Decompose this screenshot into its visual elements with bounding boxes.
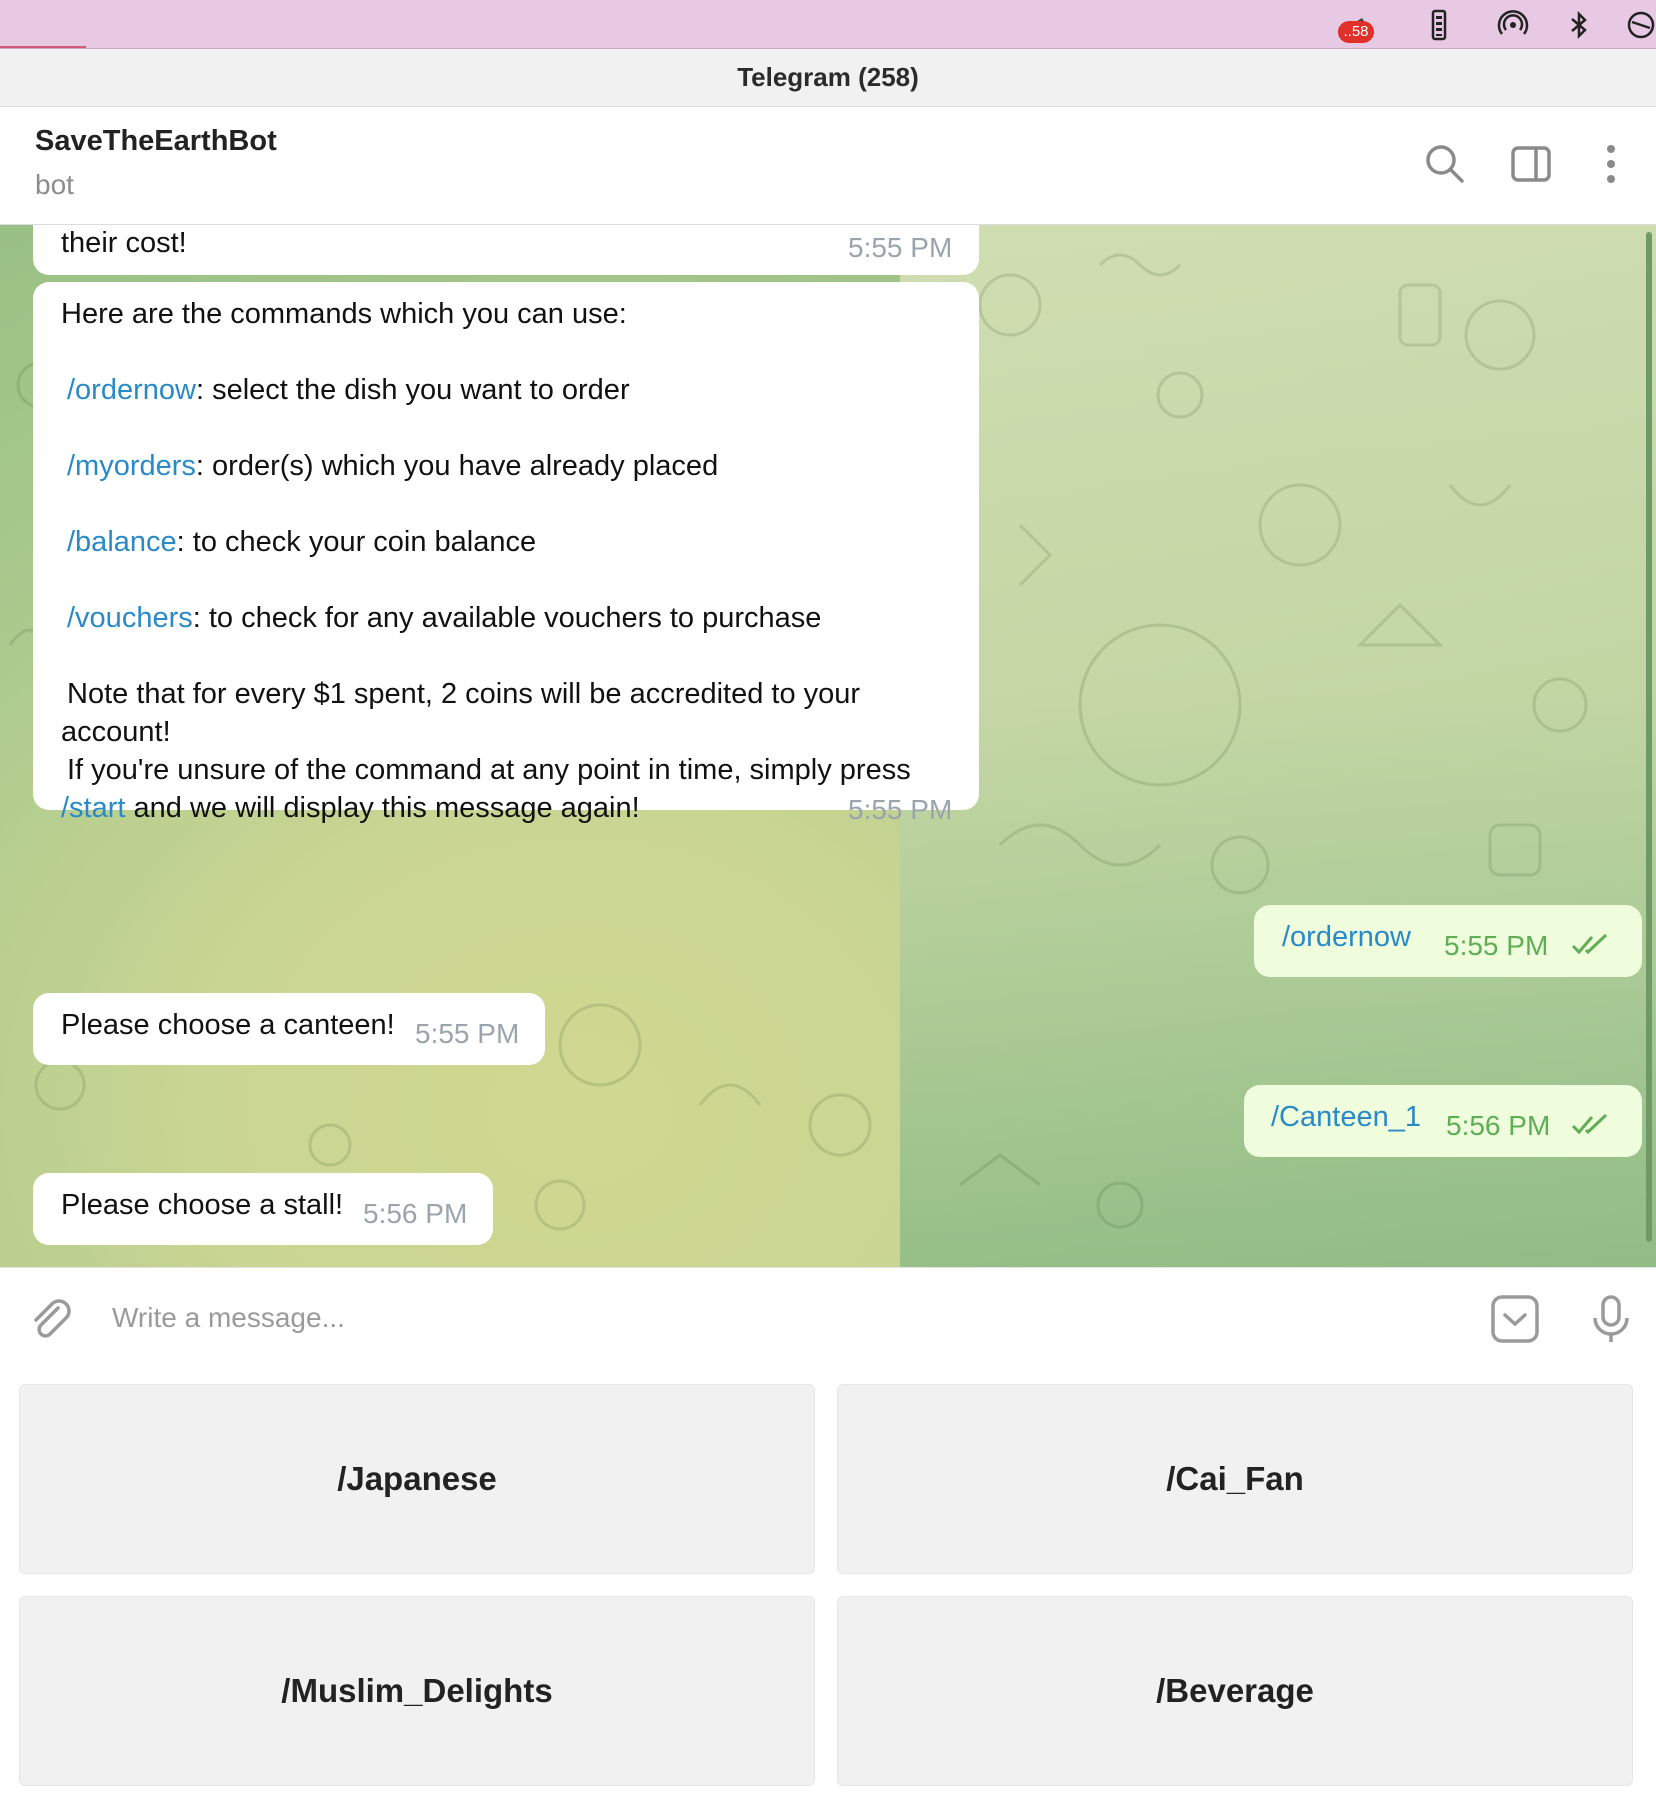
- command-link[interactable]: /vouchers: [67, 602, 193, 634]
- command-link[interactable]: /start: [61, 792, 125, 824]
- notification-badge: ..58: [1338, 21, 1374, 43]
- menu-bar: ..58: [0, 0, 1656, 49]
- command-link[interactable]: /ordernow: [1282, 921, 1411, 954]
- message-text: Please choose a stall!: [61, 1189, 344, 1221]
- bluetooth-icon[interactable]: [1562, 8, 1596, 42]
- message-bubble-outgoing[interactable]: /Canteen_1 5:56 PM: [1244, 1085, 1642, 1157]
- battery-icon[interactable]: [1422, 8, 1456, 42]
- chat-scrollbar[interactable]: [1646, 232, 1652, 1242]
- message-time: 5:55 PM: [848, 232, 953, 263]
- keyboard-button-muslim-delights[interactable]: /Muslim_Delights: [19, 1596, 815, 1786]
- message-bubble[interactable]: their cost! 5:55 PM: [33, 225, 979, 275]
- keyboard-button-cai-fan[interactable]: /Cai_Fan: [837, 1384, 1633, 1574]
- note-text: account!: [61, 716, 171, 748]
- command-link[interactable]: /balance: [67, 526, 177, 558]
- note-text: Note that for every $1 spent, 2 coins wi…: [67, 678, 861, 710]
- message-time: 5:56 PM: [1446, 1110, 1551, 1141]
- message-text: Please choose a canteen!: [61, 1009, 395, 1041]
- message-composer: [0, 1267, 1656, 1367]
- command-link[interactable]: /myorders: [67, 450, 196, 482]
- command-line: /ordernow: select the dish you want to o…: [67, 374, 630, 407]
- message-bubble-outgoing[interactable]: /ordernow 5:55 PM: [1254, 905, 1642, 977]
- message-text: their cost!: [61, 227, 187, 259]
- message-time: 5:55 PM: [415, 1018, 520, 1049]
- chat-name[interactable]: SaveTheEarthBot: [35, 125, 277, 158]
- chat-area: their cost! 5:55 PM Here are the command…: [0, 225, 1656, 1267]
- sidebar-toggle-icon[interactable]: [1508, 141, 1554, 187]
- message-input[interactable]: [110, 1294, 1434, 1342]
- chat-subtitle: bot: [35, 169, 74, 200]
- attach-icon[interactable]: [26, 1294, 76, 1344]
- keyboard-button-japanese[interactable]: /Japanese: [19, 1384, 815, 1574]
- message-text: Here are the commands which you can use:: [61, 298, 627, 330]
- keyboard-button-beverage[interactable]: /Beverage: [837, 1596, 1633, 1786]
- command-desc: : order(s) which you have already placed: [195, 450, 719, 482]
- window-title: Telegram (258): [0, 49, 1656, 107]
- command-desc: : select the dish you want to order: [195, 374, 630, 406]
- command-desc: : to check your coin balance: [176, 526, 537, 558]
- command-link[interactable]: /ordernow: [67, 374, 196, 406]
- menu-bar-accent: [0, 46, 86, 48]
- command-desc: and we will display this message again!: [125, 792, 640, 824]
- message-time: 5:55 PM: [848, 794, 953, 825]
- command-line: /vouchers: to check for any available vo…: [67, 602, 821, 635]
- note-text: If you're unsure of the command at any p…: [67, 754, 911, 786]
- command-line: /myorders: order(s) which you have alrea…: [67, 450, 718, 483]
- more-options-icon[interactable]: [1588, 141, 1634, 187]
- airdrop-icon[interactable]: [1496, 8, 1530, 42]
- chat-header: SaveTheEarthBot bot: [0, 107, 1656, 225]
- bot-keyboard-toggle-icon[interactable]: [1490, 1294, 1540, 1344]
- command-line: /balance: to check your coin balance: [67, 526, 536, 559]
- bot-keyboard: /Japanese /Cai_Fan /Muslim_Delights /Bev…: [0, 1366, 1656, 1800]
- message-bubble[interactable]: Please choose a canteen! 5:55 PM: [33, 993, 545, 1065]
- command-link[interactable]: /Canteen_1: [1271, 1101, 1421, 1134]
- message-bubble[interactable]: Please choose a stall! 5:56 PM: [33, 1173, 493, 1245]
- control-center-icon[interactable]: [1624, 8, 1656, 42]
- search-icon[interactable]: [1422, 141, 1468, 187]
- read-receipt-icon: [1571, 1113, 1608, 1135]
- read-receipt-icon: [1571, 933, 1608, 955]
- message-time: 5:55 PM: [1444, 930, 1549, 961]
- message-bubble-commands[interactable]: Here are the commands which you can use:…: [33, 282, 979, 825]
- command-desc: : to check for any available vouchers to…: [192, 602, 822, 634]
- message-time: 5:56 PM: [363, 1198, 468, 1229]
- command-line: /start and we will display this message …: [61, 792, 640, 825]
- microphone-icon[interactable]: [1586, 1294, 1636, 1344]
